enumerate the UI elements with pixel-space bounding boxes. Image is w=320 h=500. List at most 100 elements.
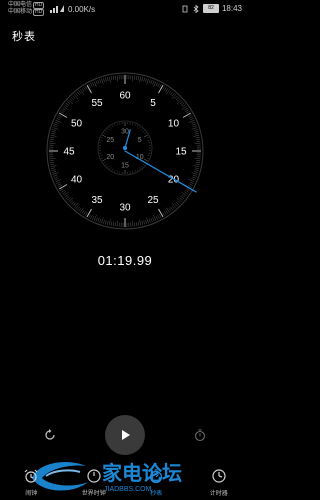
dial-tick — [170, 91, 174, 96]
dial-tick — [168, 207, 172, 212]
dial-tick — [189, 183, 193, 186]
dial-tick — [81, 210, 85, 214]
nav-item-stopwatch[interactable]: 秒表 — [125, 462, 188, 500]
subdial-tick — [114, 124, 116, 127]
subdial-tick — [105, 163, 108, 166]
dial-tick — [152, 80, 155, 85]
dial-tick — [78, 90, 82, 95]
hd-badge: HD — [33, 2, 45, 9]
dial-tick — [175, 201, 179, 205]
dial-tick — [93, 81, 97, 88]
subdial-tick — [142, 130, 145, 133]
dial-tick — [55, 179, 62, 183]
controls — [0, 410, 250, 460]
dial-tick — [148, 79, 151, 84]
dial-tick — [150, 218, 153, 223]
dial-tick — [188, 114, 192, 117]
signal-icon — [50, 5, 64, 13]
carrier-info: 中国电信 HD 中国移动 HD — [8, 2, 45, 16]
subdial-tick — [100, 139, 103, 141]
dial-tick — [195, 163, 200, 166]
dial-tick — [83, 87, 86, 91]
dial-tick — [177, 98, 181, 102]
dial-tick — [192, 174, 197, 177]
dial-tick — [88, 214, 91, 218]
dial-tick — [103, 219, 105, 224]
dial-tick — [137, 221, 140, 226]
subdial-tick — [146, 157, 149, 159]
lap-button[interactable] — [190, 425, 210, 445]
dial-tick — [191, 127, 198, 130]
subdial-label: 25 — [106, 137, 114, 144]
dial-tick — [192, 123, 197, 126]
dial-tick — [58, 185, 62, 188]
dial-tick — [49, 142, 56, 144]
alarm-icon — [24, 469, 38, 483]
dial-tick — [192, 125, 197, 128]
dial-tick — [194, 158, 201, 160]
dial-tick — [85, 212, 88, 216]
dial-tick — [93, 214, 97, 221]
dial-tick — [141, 220, 143, 225]
subdial-tick — [109, 167, 112, 170]
dial-tick — [49, 140, 54, 142]
dial-tick — [57, 183, 61, 186]
dial-tick — [99, 218, 102, 223]
dial-tick — [175, 97, 179, 101]
subdial-tick — [134, 124, 136, 127]
nav-item-alarm[interactable]: 闹钟 — [0, 462, 63, 500]
dial-tick — [162, 212, 165, 216]
bluetooth-icon — [193, 4, 199, 13]
dial-tick — [182, 112, 192, 118]
battery-level: 82 — [208, 5, 214, 11]
clock-time: 18:43 — [221, 4, 242, 13]
dial-tick — [49, 158, 56, 160]
dial-tick — [64, 194, 69, 198]
page-title: 秒表 — [12, 31, 36, 43]
dial-tick — [78, 207, 82, 212]
subdial-tick — [103, 132, 106, 135]
dial-tick — [196, 162, 201, 164]
dial-tick — [72, 203, 76, 207]
nav-label-world-clock: 世界时钟 — [81, 491, 106, 497]
bottom-nav: 闹钟 世界时钟 秒表 计时器 — [0, 462, 250, 500]
dial-tick — [51, 133, 56, 135]
nav-item-timer[interactable]: 计时器 — [188, 462, 251, 500]
dial-outer-label: 25 — [147, 195, 159, 206]
subdial-tick — [142, 163, 145, 166]
dial-tick — [108, 219, 111, 226]
battery-icon: 82 — [202, 4, 219, 13]
dial-tick — [153, 214, 157, 221]
dial-tick — [52, 172, 59, 175]
elapsed-time: 01:19.99 — [97, 253, 153, 268]
dial-tick — [52, 127, 59, 130]
subdial-tick — [132, 123, 134, 126]
dial-tick — [194, 169, 199, 171]
dial-tick — [86, 84, 92, 94]
dial-tick — [56, 118, 61, 121]
dial-tick — [51, 169, 56, 171]
subdial-tick — [147, 155, 150, 157]
dial-tick — [194, 142, 201, 144]
nav-item-world-clock[interactable]: 世界时钟 — [63, 462, 126, 500]
dial-tick — [57, 116, 61, 119]
dial-outer-label: 5 — [150, 98, 156, 109]
play-button[interactable] — [105, 415, 145, 455]
subdial-tick — [136, 168, 139, 171]
status-right: 82 18:43 — [181, 4, 242, 13]
dial-tick — [114, 222, 116, 227]
subdial-tick — [143, 158, 148, 162]
dial-tick — [157, 215, 160, 219]
dial-tick — [165, 88, 169, 92]
dial-tick — [196, 140, 201, 142]
dial-tick — [137, 76, 140, 81]
dial-tick — [136, 75, 138, 80]
dial-tick — [60, 188, 64, 191]
subdial-tick — [101, 157, 104, 159]
dial-tick — [69, 200, 73, 204]
subdial-label: 5 — [138, 137, 142, 144]
reset-button[interactable] — [40, 425, 60, 445]
lap-icon — [194, 429, 206, 442]
dial-tick — [191, 172, 198, 175]
dial-tick — [184, 107, 188, 111]
